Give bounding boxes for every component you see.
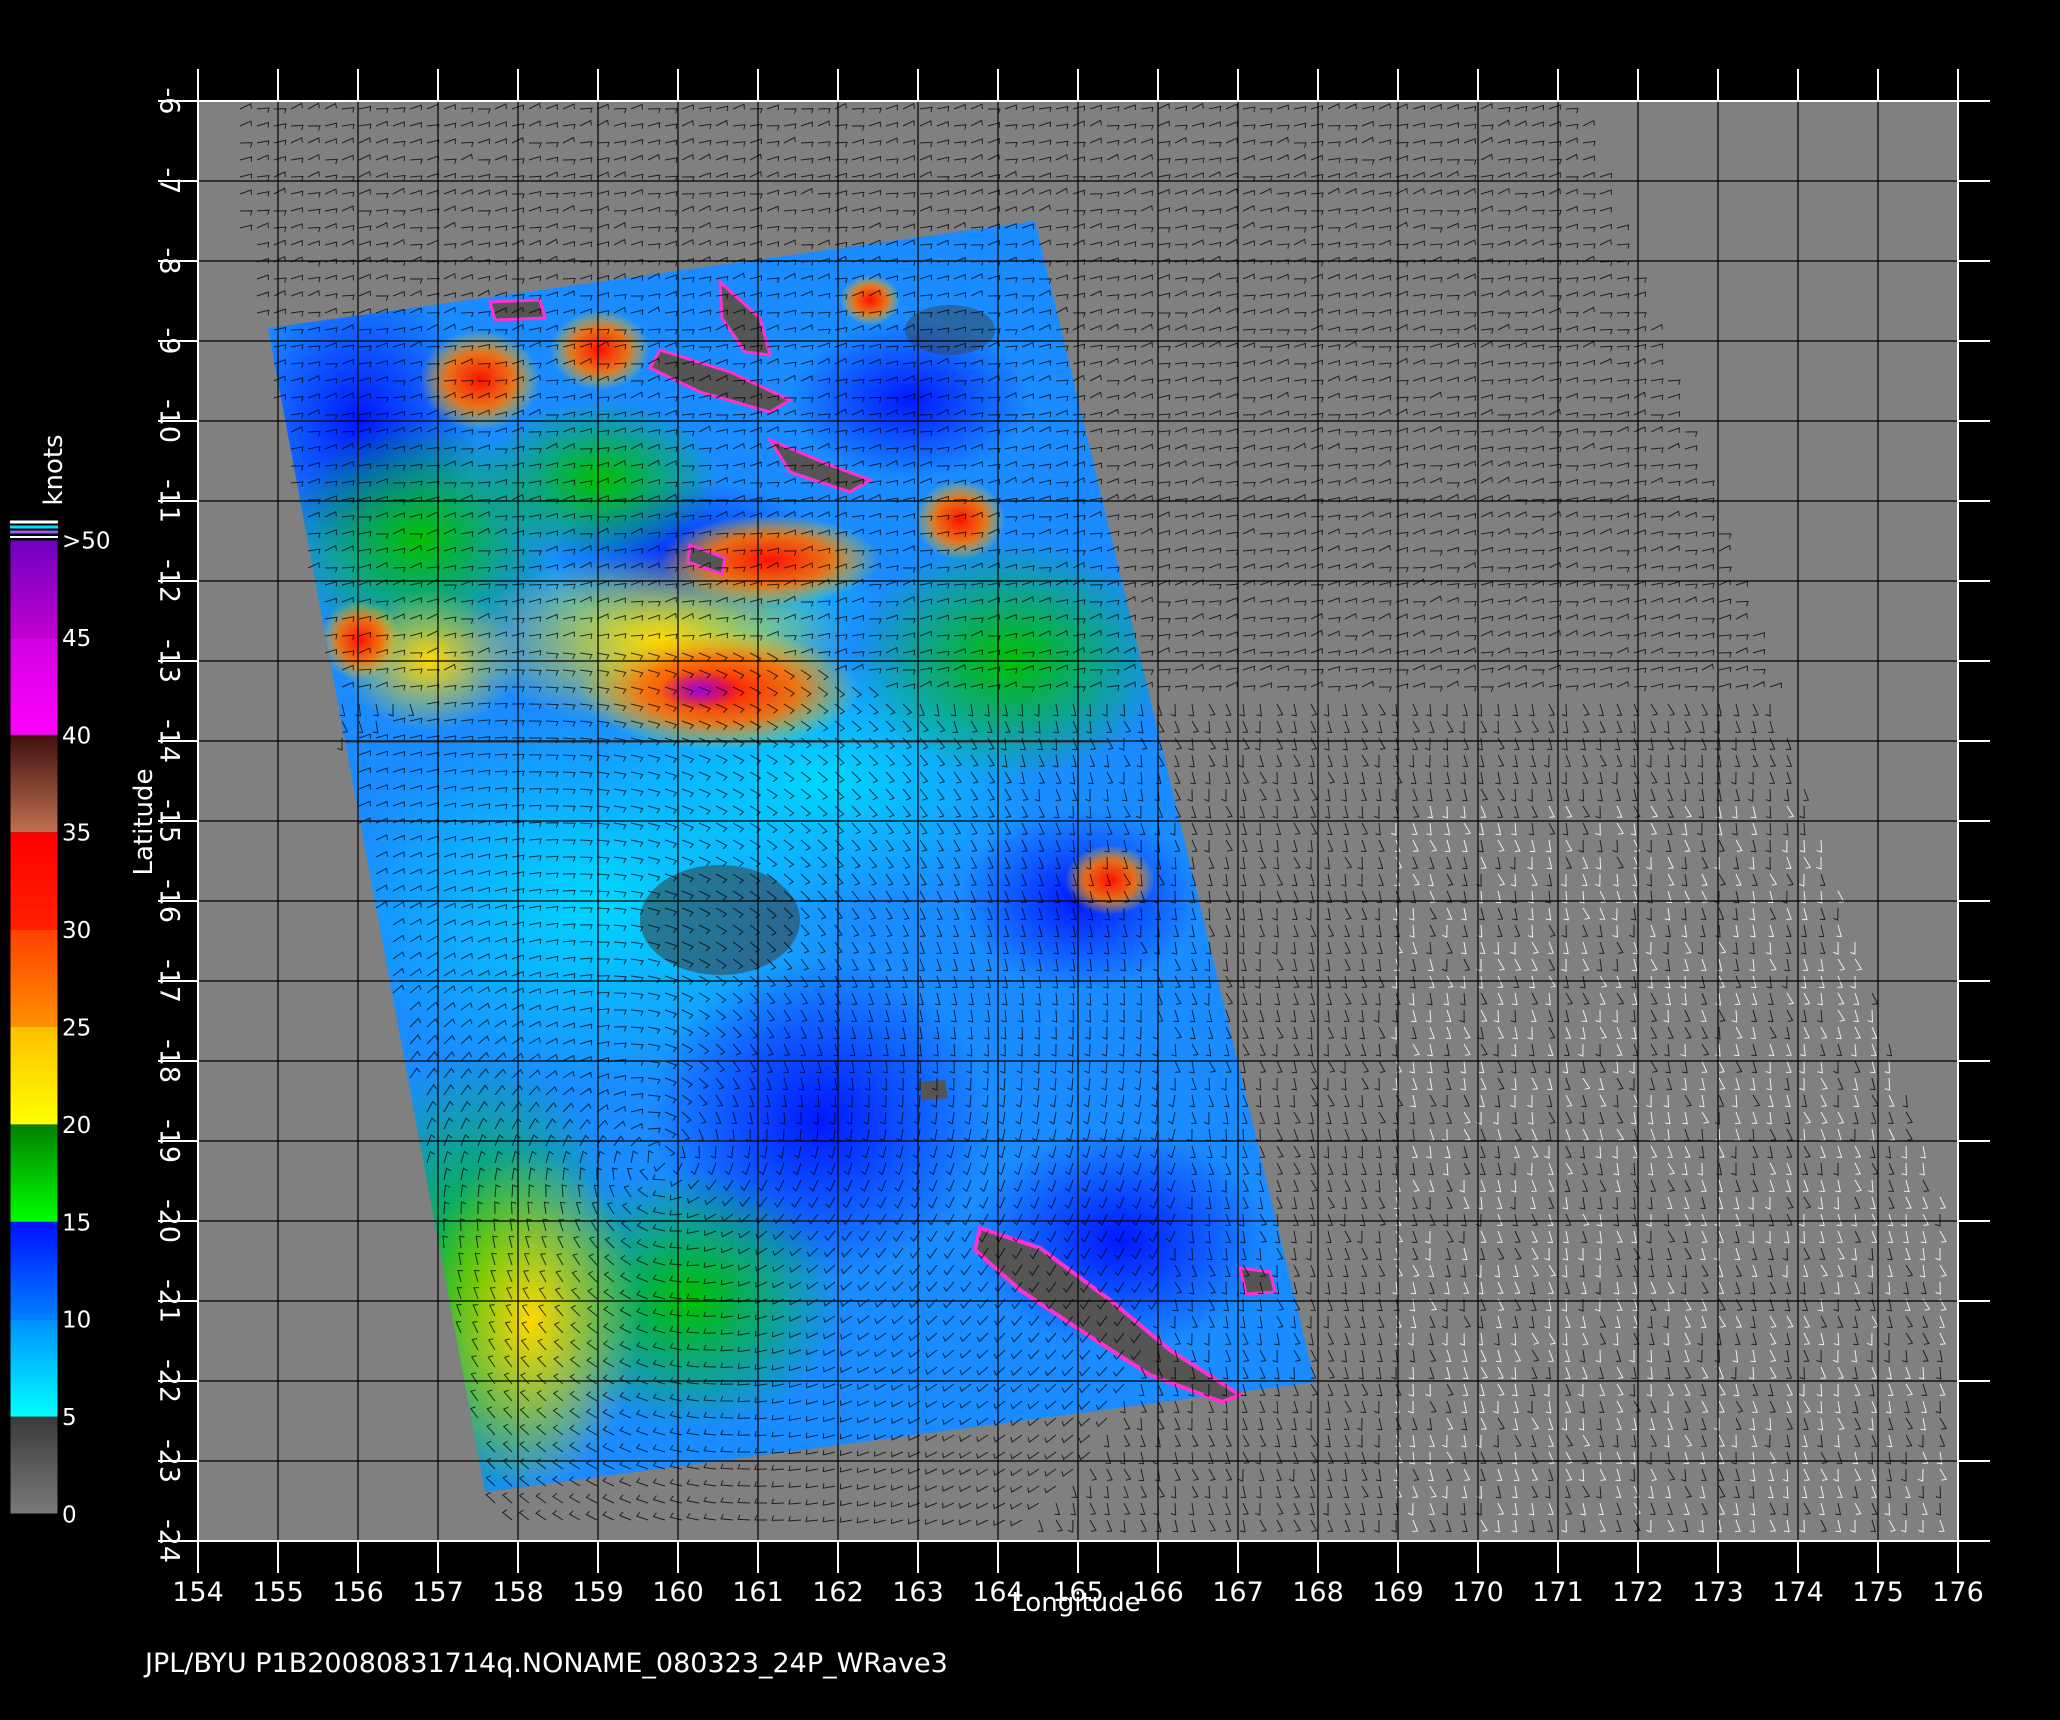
colorbar-unit: knots bbox=[39, 434, 69, 505]
lon-tick-label: 156 bbox=[332, 1577, 384, 1608]
colorbar-label: 25 bbox=[62, 1016, 91, 1042]
lat-tick-label: -24 bbox=[154, 1519, 185, 1563]
lon-tick-label: 160 bbox=[652, 1577, 704, 1608]
colorbar-label: 35 bbox=[62, 821, 91, 847]
lon-tick-label: 161 bbox=[732, 1577, 784, 1608]
lat-tick-label: -23 bbox=[154, 1439, 185, 1483]
lat-tick-label: -18 bbox=[154, 1039, 185, 1083]
colorbar-band-35-40 bbox=[10, 734, 58, 833]
lon-tick-label: 167 bbox=[1212, 1577, 1264, 1608]
lon-tick-label: 168 bbox=[1292, 1577, 1344, 1608]
scatterometer-wind-map: 154 155 156 157 158 159 160 161 162 163 164 165 166 1… bbox=[9, 69, 1990, 1679]
colorbar-label: 30 bbox=[62, 918, 91, 944]
lat-tick-label: -14 bbox=[154, 719, 185, 763]
lat-tick-label: -9 bbox=[154, 328, 185, 355]
colorbar-band-0-5 bbox=[10, 1416, 58, 1514]
lat-tick-label: -17 bbox=[154, 959, 185, 1003]
colorbar-label: 45 bbox=[62, 626, 91, 652]
lon-tick-label: 157 bbox=[412, 1577, 464, 1608]
isle-loyalty bbox=[1238, 1266, 1277, 1296]
colorbar: knots 0 5 10 15 20 25 30 35 40 45 >50 bbox=[9, 434, 111, 1529]
colorbar-band-40-45 bbox=[10, 637, 58, 735]
lat-tick-label: -22 bbox=[154, 1359, 185, 1403]
lon-tick-label: 158 bbox=[492, 1577, 544, 1608]
lon-tick-label: 155 bbox=[252, 1577, 304, 1608]
lat-tick-label: -7 bbox=[154, 168, 185, 195]
colorbar-band-25-30 bbox=[10, 929, 58, 1027]
lon-tick-label: 169 bbox=[1372, 1577, 1424, 1608]
colorbar-band-15-20 bbox=[10, 1124, 58, 1222]
lat-tick-label: -12 bbox=[154, 559, 185, 603]
lat-tick-label: -20 bbox=[154, 1199, 185, 1243]
colorbar-band-20-25 bbox=[10, 1027, 58, 1125]
colorbar-label: 15 bbox=[62, 1210, 91, 1236]
lon-tick-label: 154 bbox=[172, 1577, 224, 1608]
lon-tick-label: 175 bbox=[1852, 1577, 1904, 1608]
lat-tick-label: -11 bbox=[154, 479, 185, 523]
footer-caption: JPL/BYU P1B20080831714q.NONAME_080323_24… bbox=[143, 1648, 948, 1679]
colorbar-label: 5 bbox=[62, 1405, 77, 1431]
lon-tick-label: 163 bbox=[892, 1577, 944, 1608]
lat-tick-label: -13 bbox=[154, 639, 185, 683]
colorbar-label: 10 bbox=[62, 1308, 91, 1334]
colorbar-band-10-15 bbox=[10, 1221, 58, 1320]
x-axis-label: Longitude bbox=[1011, 1588, 1140, 1618]
lat-tick-label: -10 bbox=[154, 399, 185, 443]
chesterfield bbox=[920, 1080, 948, 1100]
colorbar-label: 20 bbox=[62, 1113, 91, 1139]
colorbar-band-45-50 bbox=[10, 540, 58, 638]
lon-tick-label: 171 bbox=[1532, 1577, 1584, 1608]
lat-tick-label: -8 bbox=[154, 248, 185, 275]
lat-tick-label: -19 bbox=[154, 1119, 185, 1163]
lon-tick-label: 174 bbox=[1772, 1577, 1824, 1608]
colorbar-band-5-10 bbox=[10, 1319, 58, 1417]
lon-tick-label: 170 bbox=[1452, 1577, 1504, 1608]
lon-tick-label: 173 bbox=[1692, 1577, 1744, 1608]
lat-tick-label: -21 bbox=[154, 1279, 185, 1323]
lon-tick-label: 172 bbox=[1612, 1577, 1664, 1608]
lat-tick-label: -16 bbox=[154, 879, 185, 923]
y-axis-label: Latitude bbox=[129, 768, 159, 875]
lon-tick-label: 162 bbox=[812, 1577, 864, 1608]
colorbar-band-30-35 bbox=[10, 832, 58, 930]
colorbar-label: 40 bbox=[62, 723, 91, 749]
lon-tick-label: 159 bbox=[572, 1577, 624, 1608]
lon-tick-label: 176 bbox=[1932, 1577, 1984, 1608]
colorbar-label: 0 bbox=[62, 1503, 77, 1529]
colorbar-label: >50 bbox=[62, 529, 111, 555]
lat-tick-label: -6 bbox=[154, 88, 185, 115]
